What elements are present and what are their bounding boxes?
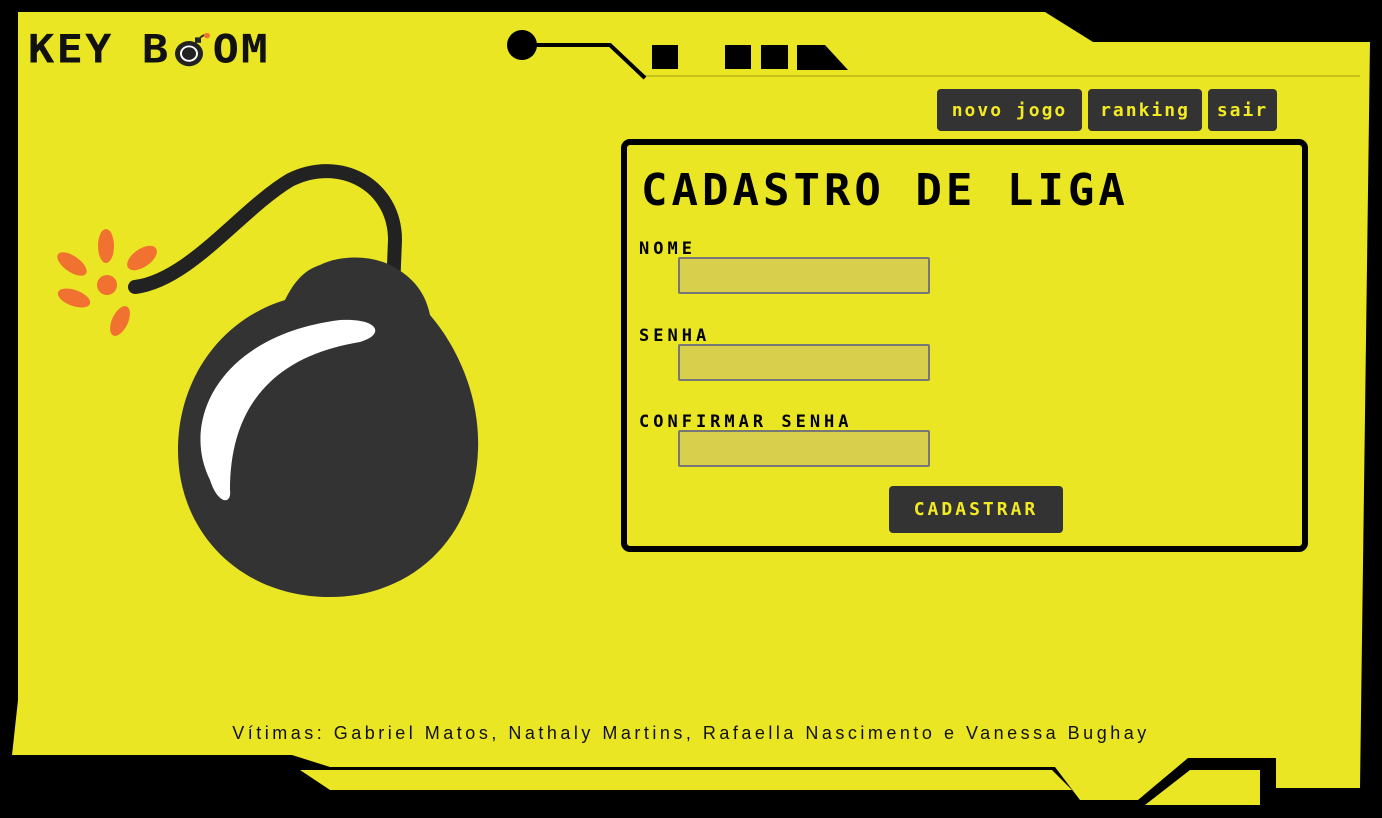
logo-text-left: KEY B <box>28 26 171 73</box>
footer-credits: Vítimas: Gabriel Matos, Nathaly Martins,… <box>232 723 1150 743</box>
form-title: Cadastro de Liga <box>641 165 1129 216</box>
password-input[interactable] <box>678 344 930 381</box>
app-logo[interactable]: KEY B OM <box>28 30 269 70</box>
ranking-button[interactable]: ranking <box>1088 89 1202 131</box>
confirm-password-input[interactable] <box>678 430 930 467</box>
league-registration-form: Cadastro de Liga Nome Senha Confirmar Se… <box>621 139 1308 552</box>
top-nav: novo jogo ranking sair <box>937 89 1277 131</box>
bomb-icon <box>175 32 211 67</box>
name-input[interactable] <box>678 257 930 294</box>
logout-button[interactable]: sair <box>1208 89 1277 131</box>
bomb-illustration <box>57 164 479 597</box>
logo-text-right: OM <box>212 26 270 73</box>
new-game-button[interactable]: novo jogo <box>937 89 1082 131</box>
confirm-password-label: Confirmar Senha <box>639 412 853 432</box>
register-button[interactable]: Cadastrar <box>889 486 1063 533</box>
name-label: Nome <box>639 239 696 259</box>
password-label: Senha <box>639 326 711 346</box>
